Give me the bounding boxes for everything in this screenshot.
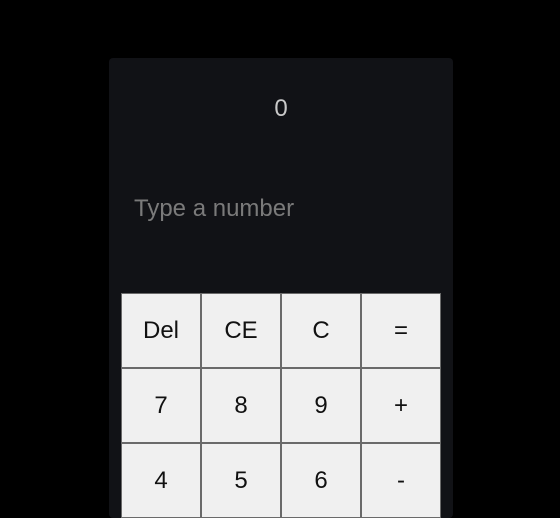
digit-7-button[interactable]: 7 [121,368,201,443]
digit-8-button[interactable]: 8 [201,368,281,443]
keypad: Del CE C = 7 8 9 + 4 5 6 - [121,293,441,518]
digit-4-button[interactable]: 4 [121,443,201,518]
clear-entry-button[interactable]: CE [201,293,281,368]
digit-6-button[interactable]: 6 [281,443,361,518]
delete-button[interactable]: Del [121,293,201,368]
digit-9-button[interactable]: 9 [281,368,361,443]
minus-button[interactable]: - [361,443,441,518]
digit-5-button[interactable]: 5 [201,443,281,518]
clear-button[interactable]: C [281,293,361,368]
plus-button[interactable]: + [361,368,441,443]
calculator-panel: 0 Del CE C = 7 8 9 + 4 5 6 - [109,58,453,518]
equals-button[interactable]: = [361,293,441,368]
result-display: 0 [274,95,288,122]
number-input[interactable] [134,191,434,227]
